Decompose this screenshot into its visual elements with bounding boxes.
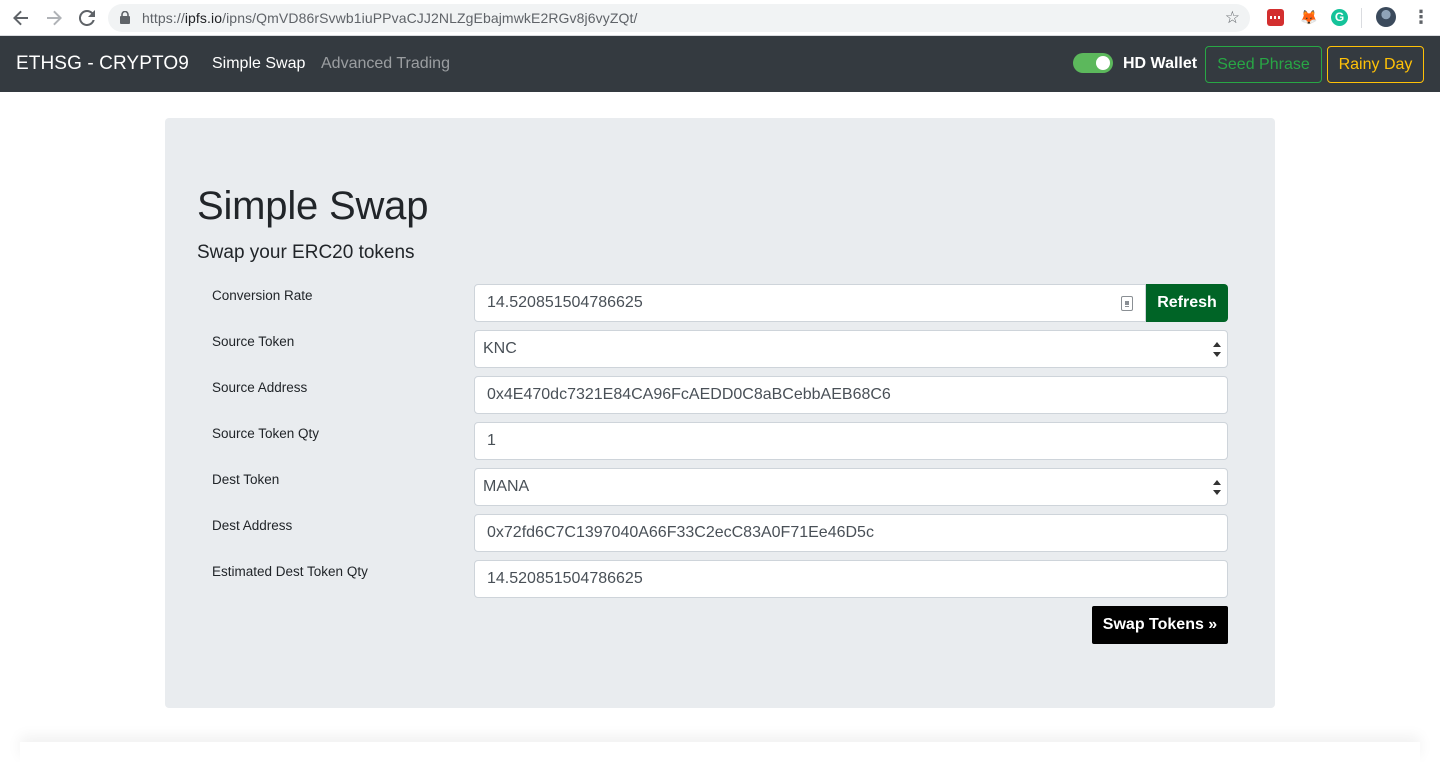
select-arrows-icon — [1213, 342, 1221, 357]
page-bottom-edge — [20, 742, 1420, 762]
rainy-day-button[interactable]: Rainy Day — [1327, 46, 1424, 83]
conversion-rate-row: Conversion Rate 14.520851504786625 Refre… — [165, 284, 1275, 322]
brand-logo-text[interactable]: ETHSG - CRYPTO9 — [16, 53, 189, 75]
menu-kebab-icon[interactable]: ⋮ — [1412, 7, 1430, 27]
refresh-button[interactable]: Refresh — [1146, 284, 1228, 322]
swap-tokens-button[interactable]: Swap Tokens » — [1092, 606, 1228, 644]
source-address-label: Source Address — [212, 380, 308, 395]
autofill-contact-icon[interactable] — [1121, 296, 1133, 311]
url-text: https://ipfs.io/ipns/QmVD86rSvwb1iuPPvaC… — [142, 10, 638, 26]
dest-address-input[interactable]: 0x72fd6C7C1397040A66F33C2ecC83A0F71Ee46D… — [474, 514, 1228, 552]
address-bar[interactable]: https://ipfs.io/ipns/QmVD86rSvwb1iuPPvaC… — [108, 4, 1250, 32]
toggle-knob — [1096, 56, 1110, 70]
hd-wallet-label: HD Wallet — [1123, 55, 1198, 72]
metamask-icon[interactable]: 🦊 — [1300, 9, 1317, 26]
estimated-qty-label: Estimated Dest Token Qty — [212, 564, 368, 579]
page-subtitle: Swap your ERC20 tokens — [197, 242, 415, 263]
nav-link-simple-swap[interactable]: Simple Swap — [212, 55, 305, 73]
nav-link-advanced-trading[interactable]: Advanced Trading — [321, 55, 450, 73]
dest-token-select[interactable]: MANA — [474, 468, 1228, 506]
estimated-qty-row: Estimated Dest Token Qty 14.520851504786… — [165, 560, 1275, 598]
estimated-qty-field[interactable]: 14.520851504786625 — [474, 560, 1228, 598]
lastpass-icon[interactable] — [1267, 9, 1284, 26]
source-address-input[interactable]: 0x4E470dc7321E84CA96FcAEDD0C8aBCebbAEB68… — [474, 376, 1228, 414]
swap-jumbotron: Simple Swap Swap your ERC20 tokens Conve… — [165, 118, 1275, 708]
conversion-rate-value: 14.520851504786625 — [487, 294, 643, 311]
page-title: Simple Swap — [197, 184, 429, 228]
reload-icon[interactable] — [75, 6, 99, 30]
dest-token-row: Dest Token MANA — [165, 468, 1275, 506]
dest-address-label: Dest Address — [212, 518, 293, 533]
select-arrows-icon — [1213, 480, 1221, 495]
source-token-label: Source Token — [212, 334, 295, 349]
forward-arrow-icon[interactable] — [42, 6, 66, 30]
seed-phrase-button[interactable]: Seed Phrase — [1205, 46, 1322, 83]
star-icon[interactable]: ☆ — [1225, 9, 1240, 27]
source-qty-input[interactable]: 1 — [474, 422, 1228, 460]
source-token-value: KNC — [483, 340, 517, 357]
dest-token-value: MANA — [483, 478, 530, 495]
lock-icon — [120, 10, 130, 29]
toolbar-divider — [1361, 8, 1362, 28]
source-qty-label: Source Token Qty — [212, 426, 320, 441]
dest-address-row: Dest Address 0x72fd6C7C1397040A66F33C2ec… — [165, 514, 1275, 552]
source-token-select[interactable]: KNC — [474, 330, 1228, 368]
hd-wallet-toggle[interactable] — [1073, 53, 1113, 73]
source-address-row: Source Address 0x4E470dc7321E84CA96FcAED… — [165, 376, 1275, 414]
grammarly-icon[interactable]: G — [1331, 9, 1348, 26]
profile-avatar[interactable] — [1376, 7, 1396, 27]
browser-toolbar: https://ipfs.io/ipns/QmVD86rSvwb1iuPPvaC… — [0, 0, 1440, 36]
conversion-rate-label: Conversion Rate — [212, 288, 313, 303]
back-arrow-icon[interactable] — [9, 6, 33, 30]
conversion-rate-field[interactable]: 14.520851504786625 — [474, 284, 1146, 322]
app-navbar: ETHSG - CRYPTO9 Simple Swap Advanced Tra… — [0, 36, 1440, 92]
source-qty-row: Source Token Qty 1 — [165, 422, 1275, 460]
dest-token-label: Dest Token — [212, 472, 280, 487]
source-token-row: Source Token KNC — [165, 330, 1275, 368]
